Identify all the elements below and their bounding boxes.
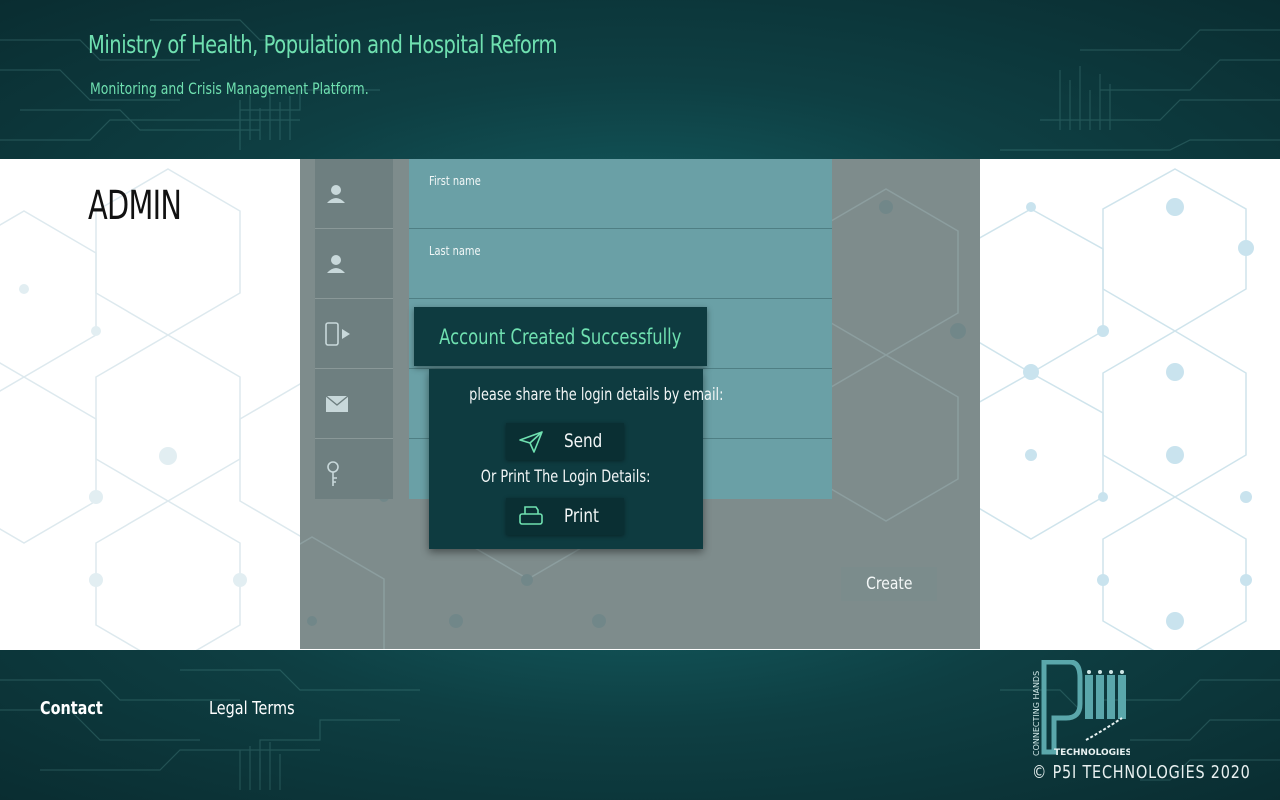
page-title: Ministry of Health, Population and Hospi… bbox=[88, 30, 558, 59]
page-subtitle: Monitoring and Crisis Management Platfor… bbox=[90, 79, 369, 98]
create-button[interactable]: Create bbox=[841, 567, 937, 601]
logo-sub-text: TECHNOLOGIES bbox=[1054, 748, 1130, 758]
key-icon bbox=[327, 461, 339, 486]
email-prompt-text: please share the login details by email: bbox=[469, 385, 724, 405]
printer-icon bbox=[519, 506, 543, 525]
envelope-icon bbox=[325, 394, 349, 412]
password-icon-cell bbox=[315, 439, 393, 509]
first-name-label: First name bbox=[429, 174, 481, 188]
last-name-label: Last name bbox=[429, 244, 481, 258]
create-button-label: Create bbox=[865, 574, 913, 594]
phone-icon bbox=[325, 321, 350, 346]
circuit-pattern-right bbox=[1000, 29, 1280, 151]
form-icon-column bbox=[315, 159, 393, 499]
hexagon-pattern-left bbox=[0, 168, 300, 650]
modal-title: Account Created Successfully bbox=[439, 324, 682, 349]
logo-side-text: CONNECTING HANDS bbox=[1032, 671, 1041, 756]
admin-label: ADMIN bbox=[88, 183, 182, 229]
email-icon-cell bbox=[315, 369, 393, 439]
copyright-text: © P5I TECHNOLOGIES 2020 bbox=[1032, 762, 1251, 783]
last-name-field[interactable]: Last name bbox=[409, 229, 832, 299]
contact-link[interactable]: Contact bbox=[40, 698, 103, 719]
print-prompt-text: Or Print The Login Details: bbox=[481, 467, 651, 487]
hexagon-pattern-right bbox=[980, 168, 1254, 650]
print-button[interactable]: Print bbox=[506, 498, 624, 535]
modal-title-bar: Account Created Successfully bbox=[414, 307, 707, 366]
phone-icon-cell bbox=[315, 299, 393, 369]
user-icon bbox=[327, 254, 345, 273]
print-prompt: Or Print The Login Details: bbox=[429, 467, 703, 487]
send-button-label: Send bbox=[564, 430, 603, 452]
last-name-icon-cell bbox=[315, 229, 393, 299]
paper-plane-icon bbox=[519, 431, 543, 453]
modal-body: please share the login details by email:… bbox=[429, 369, 724, 549]
first-name-icon-cell bbox=[315, 159, 393, 229]
legal-terms-link[interactable]: Legal Terms bbox=[209, 698, 295, 719]
email-prompt: please share the login details by email: bbox=[429, 385, 723, 405]
header: Ministry of Health, Population and Hospi… bbox=[0, 0, 1280, 159]
send-button[interactable]: Send bbox=[506, 423, 624, 460]
first-name-field[interactable]: First name bbox=[409, 159, 832, 229]
user-icon bbox=[327, 184, 345, 203]
p5i-logo: CONNECTING HANDS TECHNOLOGIES bbox=[1032, 660, 1130, 758]
print-button-label: Print bbox=[564, 505, 599, 527]
circuit-pattern-footer-left bbox=[0, 669, 420, 790]
